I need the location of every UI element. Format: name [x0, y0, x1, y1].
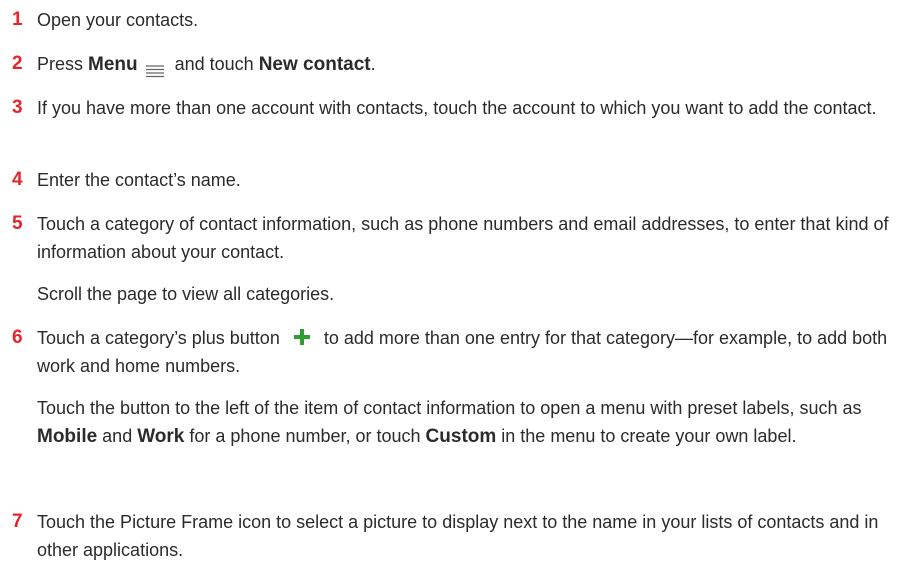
step-paragraph: Touch the Picture Frame icon to select a… — [37, 512, 879, 560]
step-number: 5 — [12, 213, 23, 234]
step-number: 7 — [12, 511, 23, 532]
instruction-page: 1 Open your contacts. 2 Press Menu and t… — [0, 0, 917, 579]
step-paragraph: Touch a category of contact information,… — [37, 214, 889, 262]
step-paragraph: Enter the contact’s name. — [37, 170, 241, 190]
step-text: Touch a category of contact information,… — [37, 210, 912, 308]
step-paragraph: If you have more than one account with c… — [37, 98, 877, 118]
new-contact-label: New contact — [258, 54, 371, 75]
sub-text-pre: Touch the button to the left of the item… — [37, 398, 862, 418]
step-number: 1 — [12, 9, 23, 30]
sub-text-and: and — [97, 426, 138, 446]
sub-text-mid: for a phone number, or touch — [184, 426, 426, 446]
mobile-label: Mobile — [37, 426, 98, 447]
step-number: 4 — [12, 169, 23, 190]
step-text-post: . — [370, 54, 376, 74]
step-number: 6 — [12, 327, 23, 348]
step-text: Touch the Picture Frame icon to select a… — [37, 508, 912, 564]
step-text: Touch a category’s plus button to add mor… — [37, 324, 912, 451]
step-text: Enter the contact’s name. — [37, 166, 912, 194]
step-text-pre: Touch a category’s plus button — [37, 328, 280, 348]
step-text: Press Menu and touch New contact. — [37, 50, 912, 79]
step-sub-paragraph: Scroll the page to view all categories. — [37, 284, 335, 304]
step-paragraph: Press Menu and touch New contact. — [37, 50, 912, 79]
step-paragraph: Touch a category’s plus button to add mor… — [37, 324, 912, 380]
sub-text-post: in the menu to create your own label. — [496, 426, 797, 446]
step-paragraph: Open your contacts. — [37, 10, 199, 30]
step-sub-paragraph: Touch the button to the left of the item… — [37, 394, 912, 451]
step-text-mid: and touch — [169, 54, 259, 74]
work-label: Work — [137, 426, 185, 447]
step-text-pre: Press — [37, 54, 89, 74]
custom-label: Custom — [425, 426, 497, 447]
plus-icon — [292, 327, 312, 347]
step-number: 2 — [12, 53, 23, 74]
step-text: Open your contacts. — [37, 6, 912, 34]
menu-label: Menu — [88, 54, 138, 75]
menu-lines-icon — [145, 58, 164, 77]
step-text: If you have more than one account with c… — [37, 94, 912, 122]
step-number: 3 — [12, 97, 23, 118]
